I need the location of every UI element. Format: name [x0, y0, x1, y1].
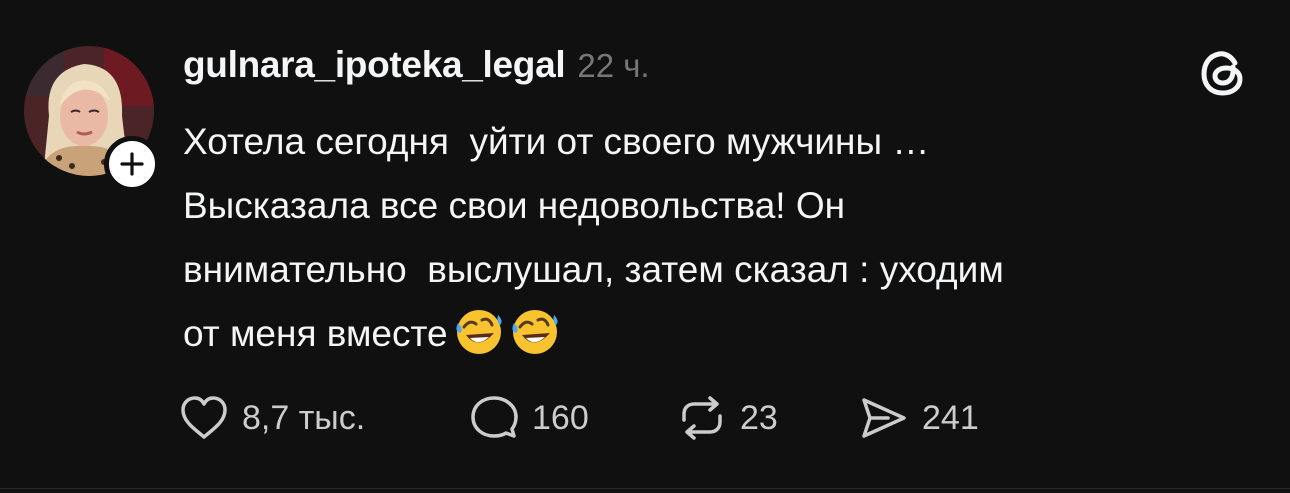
author-username[interactable]: gulnara_ipoteka_legal: [183, 44, 566, 86]
rolling-laughing-emoji-icon: [512, 310, 558, 354]
post-text-line: внимательно выслушал, затем сказал : ухо…: [183, 249, 1004, 290]
post-last-line: от меня вместе: [183, 302, 1243, 366]
heart-icon: [181, 396, 227, 439]
reply-count: 160: [532, 398, 589, 437]
post-text-line: от меня вместе: [183, 313, 448, 354]
reply-button[interactable]: 160: [468, 388, 589, 448]
post-header: gulnara_ipoteka_legal 22 ч.: [183, 44, 650, 96]
share-count: 241: [922, 398, 979, 437]
thread-post: gulnara_ipoteka_legal 22 ч. Хотела сегод…: [0, 0, 1290, 493]
follow-button[interactable]: [104, 136, 160, 192]
post-text-line: Хотела сегодня уйти от своего мужчины …: [183, 121, 930, 162]
post-body: Хотела сегодня уйти от своего мужчины … …: [183, 110, 1243, 366]
send-icon: [862, 398, 906, 438]
repost-count: 23: [740, 398, 778, 437]
repost-icon: [682, 396, 722, 440]
repost-button[interactable]: 23: [676, 388, 778, 448]
like-count: 8,7 тыс.: [242, 398, 366, 437]
post-timestamp[interactable]: 22 ч.: [577, 47, 649, 85]
comment-icon: [471, 396, 518, 438]
divider: [0, 488, 1290, 489]
rolling-laughing-emoji-icon: [456, 310, 502, 354]
threads-logo-icon[interactable]: [1195, 45, 1251, 101]
plus-icon: [120, 152, 144, 176]
share-button[interactable]: 241: [858, 388, 979, 448]
like-button[interactable]: 8,7 тыс.: [178, 388, 365, 448]
post-text-line: Высказала все свои недовольства! Он: [183, 185, 846, 226]
